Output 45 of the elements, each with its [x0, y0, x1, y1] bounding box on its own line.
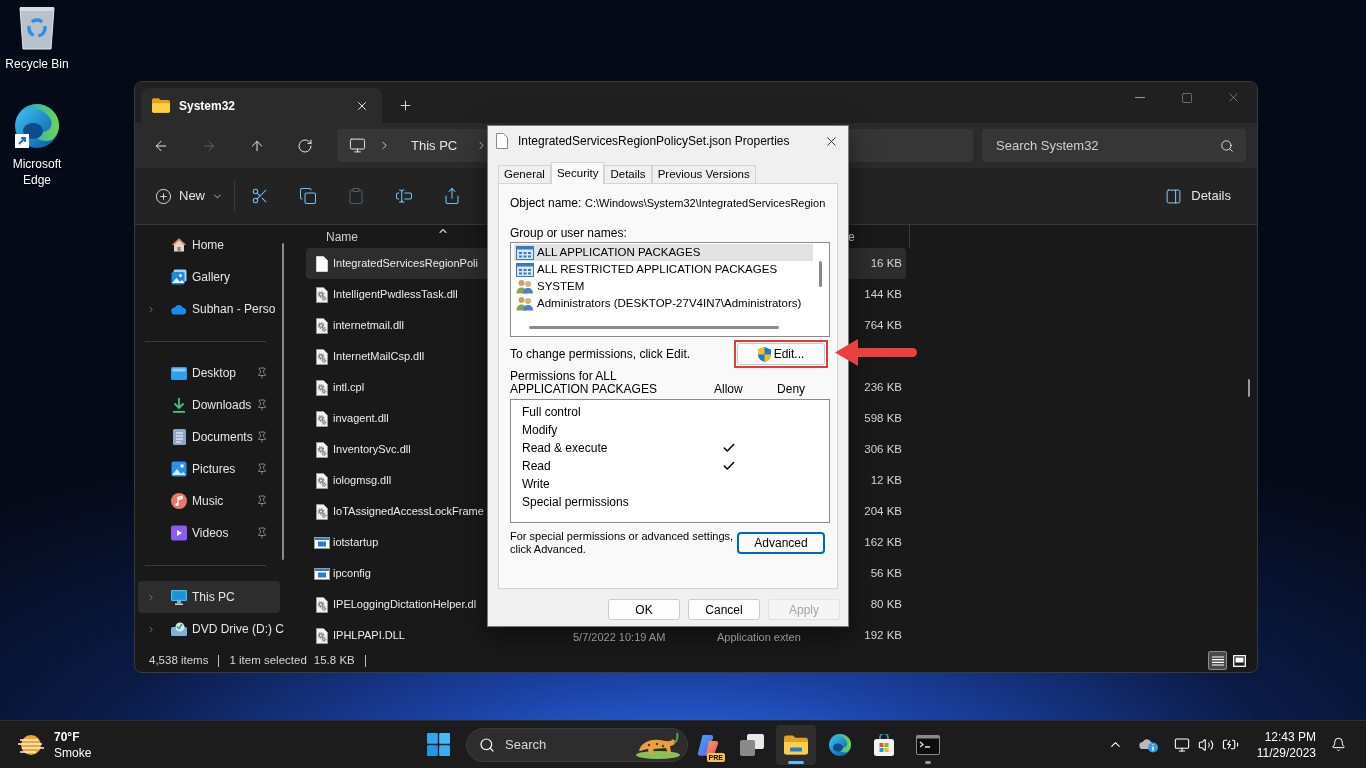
file-name: InternetMailCsp.dll — [333, 349, 425, 365]
object-name-label: Object name: — [510, 195, 583, 212]
file-size: 16 KB — [870, 255, 902, 271]
file-name: IPELoggingDictationHelper.dl — [333, 597, 477, 613]
file-size: 192 KB — [864, 627, 902, 643]
permission-label: Modify — [522, 422, 559, 439]
file-size: 598 KB — [864, 410, 902, 426]
permission-label: Write — [522, 476, 551, 493]
allow-column-header: Allow — [713, 383, 744, 396]
selection-size: 15.8 KB — [313, 652, 355, 668]
file-size: 236 KB — [864, 379, 902, 395]
permission-label: Read & execute — [522, 440, 609, 457]
file-name: iotstartup — [333, 535, 379, 551]
file-name: IntelligentPwdlessTask.dll — [333, 287, 458, 303]
file-size: 306 KB — [864, 441, 902, 457]
file-size: 80 KB — [870, 596, 902, 612]
file-name: internetmail.dll — [333, 318, 404, 334]
permission-label: Read — [522, 458, 552, 475]
file-name: IoTAssignedAccessLockFrame — [333, 504, 484, 520]
item-count: 4,538 items — [149, 652, 209, 668]
file-name: iologmsg.dll — [333, 473, 392, 489]
deny-column-header: Deny — [776, 383, 807, 396]
file-size: 12 KB — [870, 472, 902, 488]
group-list-label: Group or user names: — [510, 226, 628, 240]
permissions-hint: To change permissions, click Edit. — [510, 346, 691, 363]
advanced-hint: For special permissions or advanced settings, click Advanced. — [510, 530, 735, 556]
file-name: invagent.dll — [333, 411, 389, 427]
file-size: 56 KB — [870, 565, 902, 581]
object-name-value: C:\Windows\System32\IntegratedServicesRegion — [585, 195, 826, 211]
permission-label: Special permissions — [522, 494, 630, 511]
file-date: 5/7/2022 10:19 AM — [573, 630, 666, 643]
permission-label: Full control — [522, 404, 582, 421]
file-size: 204 KB — [864, 503, 902, 519]
file-name: intl.cpl — [333, 380, 365, 396]
dialog-title: IntegratedServicesRegionPolicySet.json Properties — [518, 133, 790, 150]
file-name: ipconfig — [333, 566, 371, 582]
file-name: IPHLPAPI.DLL — [333, 628, 405, 644]
file-type: Application exten — [717, 630, 801, 643]
selection-count: 1 item selected — [229, 652, 307, 668]
file-size: 162 KB — [864, 534, 902, 550]
file-size: 144 KB — [864, 286, 902, 302]
permissions-heading: Permissions for ALL APPLICATION PACKAGES — [510, 370, 658, 396]
file-size: 764 KB — [864, 317, 902, 333]
file-name: IntegratedServicesRegionPoli — [333, 256, 478, 272]
file-name: InventorySvc.dll — [333, 442, 411, 458]
